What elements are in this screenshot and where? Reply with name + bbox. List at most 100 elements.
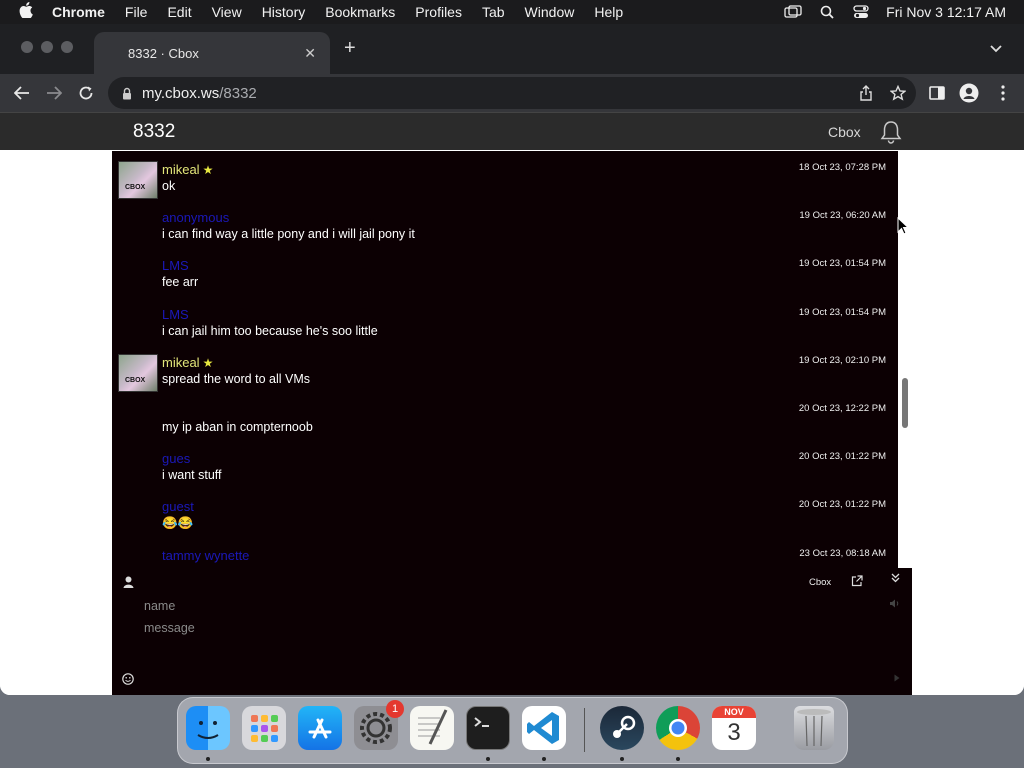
compose-brand-link[interactable]: Cbox <box>809 577 831 588</box>
back-arrow-icon[interactable] <box>11 82 33 104</box>
message-username[interactable]: mikeal ★ <box>162 162 213 177</box>
browser-toolbar: my.cbox.ws/8332 <box>0 74 1024 112</box>
message-username[interactable]: guest <box>162 499 194 514</box>
message-username[interactable]: gues <box>162 451 190 466</box>
message-row: gues i want stuff 20 Oct 23, 01:22 PM <box>112 440 898 488</box>
screen-mirroring-icon[interactable] <box>784 5 802 19</box>
menu-file[interactable]: File <box>125 4 148 20</box>
tab-strip: 8332 · Cbox ✕ + <box>0 24 1024 74</box>
browser-menu-icon[interactable] <box>992 82 1014 104</box>
send-arrow-icon[interactable] <box>894 674 900 684</box>
message-timestamp: 20 Oct 23, 01:22 PM <box>798 499 886 510</box>
menu-app-name[interactable]: Chrome <box>52 4 105 20</box>
dock: 1 NOV 3 <box>177 697 848 764</box>
zoom-window-button[interactable] <box>61 41 73 53</box>
menu-window[interactable]: Window <box>525 4 575 20</box>
running-indicator <box>486 757 490 761</box>
steam-icon[interactable] <box>600 706 644 750</box>
message-username[interactable]: LMS <box>162 307 189 322</box>
control-center-icon[interactable] <box>852 5 870 19</box>
compose-area: Cbox <box>112 568 912 695</box>
message-list[interactable]: CBOX mikeal ★ ok 18 Oct 23, 07:28 PM anon… <box>112 151 898 568</box>
browser-window: 8332 · Cbox ✕ + my.cbox.ws/8332 8332 Cbo… <box>0 24 1024 695</box>
textedit-icon[interactable] <box>410 706 454 750</box>
close-window-button[interactable] <box>21 41 33 53</box>
message-timestamp: 19 Oct 23, 01:54 PM <box>798 307 886 318</box>
calendar-icon[interactable]: NOV 3 <box>712 706 756 750</box>
user-icon[interactable] <box>123 575 134 593</box>
tab-close-icon[interactable]: ✕ <box>304 45 316 62</box>
sound-icon[interactable] <box>889 599 900 611</box>
finder-icon[interactable] <box>186 706 230 750</box>
share-icon[interactable] <box>856 83 876 103</box>
tab-active[interactable]: 8332 · Cbox ✕ <box>94 32 330 74</box>
new-tab-icon[interactable]: + <box>344 37 356 60</box>
trash-icon[interactable] <box>794 706 834 750</box>
menu-profiles[interactable]: Profiles <box>415 4 462 20</box>
menu-edit[interactable]: Edit <box>167 4 191 20</box>
chrome-icon[interactable] <box>656 706 700 750</box>
mouse-cursor-icon <box>897 216 910 240</box>
bookmark-star-icon[interactable] <box>888 83 908 103</box>
lock-icon[interactable] <box>122 87 132 100</box>
user-avatar[interactable]: CBOX <box>118 161 158 199</box>
terminal-icon[interactable] <box>466 706 510 750</box>
message-username[interactable]: anonymous <box>162 210 229 225</box>
message-username[interactable]: mikeal ★ <box>162 355 213 370</box>
message-row: LMS fee arr 19 Oct 23, 01:54 PM <box>112 247 898 295</box>
double-chevron-down-icon[interactable] <box>891 573 900 586</box>
reload-icon[interactable] <box>75 82 97 104</box>
menu-bar: Chrome File Edit View History Bookmarks … <box>0 0 1024 24</box>
message-text: my ip aban in compternoob <box>162 420 313 434</box>
star-icon: ★ <box>202 356 214 370</box>
apple-menu-icon[interactable] <box>0 2 52 22</box>
minimize-window-button[interactable] <box>41 41 53 53</box>
launchpad-icon[interactable] <box>242 706 286 750</box>
message-scrollbar[interactable] <box>898 151 912 568</box>
app-store-icon[interactable] <box>298 706 342 750</box>
system-settings-icon[interactable]: 1 <box>354 700 404 750</box>
message-text: i want stuff <box>162 468 222 482</box>
scrollbar-thumb[interactable] <box>902 378 908 428</box>
spotlight-search-icon[interactable] <box>818 5 836 19</box>
notification-bell-icon[interactable] <box>878 119 904 150</box>
menu-history[interactable]: History <box>262 4 306 20</box>
message-timestamp: 19 Oct 23, 02:10 PM <box>798 355 886 366</box>
message-timestamp: 19 Oct 23, 06:20 AM <box>799 210 886 221</box>
message-text: 😂😂 <box>162 516 194 530</box>
address-bar[interactable]: my.cbox.ws/8332 <box>108 77 916 109</box>
message-username[interactable]: LMS <box>162 258 189 273</box>
calendar-day: 3 <box>727 719 741 746</box>
cbox-header: 8332 Cbox <box>0 112 1024 150</box>
message-timestamp: 18 Oct 23, 07:28 PM <box>798 162 886 173</box>
message-text: spread the word to all VMs <box>162 372 310 386</box>
dock-separator <box>584 708 585 752</box>
side-panel-icon[interactable] <box>926 82 948 104</box>
message-row: tammy wynette 23 Oct 23, 08:18 AM <box>112 537 898 568</box>
calendar-month: NOV <box>712 706 756 718</box>
room-title: 8332 <box>133 121 176 142</box>
name-input[interactable] <box>144 596 884 616</box>
running-indicator <box>620 757 624 761</box>
menu-bookmarks[interactable]: Bookmarks <box>325 4 395 20</box>
tab-search-chevron-icon[interactable] <box>990 40 1002 58</box>
menu-tab[interactable]: Tab <box>482 4 505 20</box>
menu-clock[interactable]: Fri Nov 3 12:17 AM <box>886 4 1006 20</box>
external-link-icon[interactable] <box>851 574 863 592</box>
cbox-brand-link[interactable]: Cbox <box>828 124 861 140</box>
message-username[interactable]: tammy wynette <box>162 548 249 563</box>
menu-view[interactable]: View <box>212 4 242 20</box>
vscode-icon[interactable] <box>522 706 566 750</box>
message-timestamp: 23 Oct 23, 08:18 AM <box>799 548 886 559</box>
running-indicator <box>542 757 546 761</box>
profile-avatar-icon[interactable] <box>958 82 980 104</box>
star-icon: ★ <box>202 163 214 177</box>
message-row: guest 😂😂 20 Oct 23, 01:22 PM <box>112 488 898 536</box>
forward-arrow-icon[interactable] <box>43 82 65 104</box>
message-input[interactable] <box>144 618 884 638</box>
message-row: LMS i can jail him too because he's soo … <box>112 296 898 344</box>
message-timestamp: 19 Oct 23, 01:54 PM <box>798 258 886 269</box>
user-avatar[interactable]: CBOX <box>118 354 158 392</box>
emoji-smiley-icon[interactable] <box>122 672 134 690</box>
menu-help[interactable]: Help <box>594 4 623 20</box>
